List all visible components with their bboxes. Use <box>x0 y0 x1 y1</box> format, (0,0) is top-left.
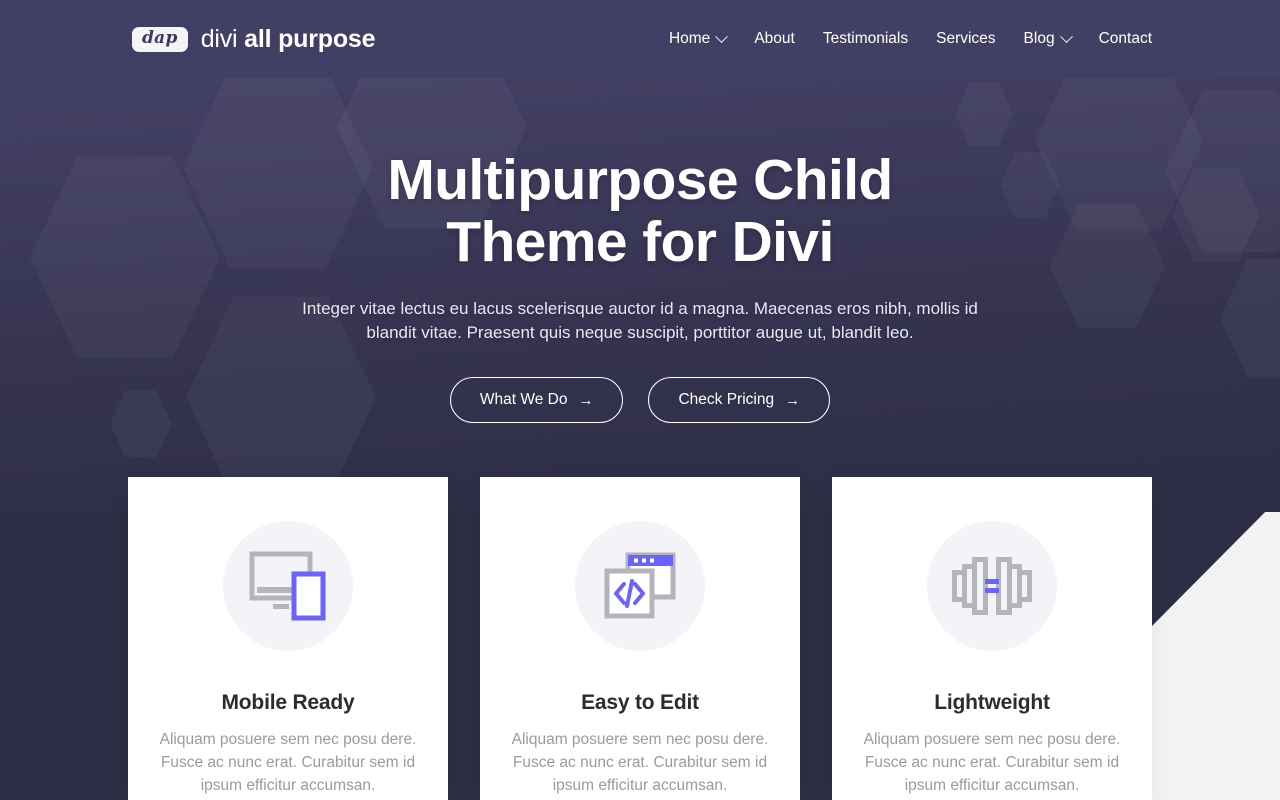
feature-card-title: Mobile Ready <box>221 691 355 714</box>
what-we-do-button-label: What We Do <box>479 391 568 409</box>
brand-name-light: divi <box>200 24 245 53</box>
nav-item-about-label: About <box>754 30 795 47</box>
nav-item-about[interactable]: About <box>754 30 795 48</box>
nav-item-services[interactable]: Services <box>936 30 995 48</box>
chevron-down-icon <box>715 29 729 43</box>
feature-card-body: Aliquam posuere sem nec posu dere. Fusce… <box>159 731 417 794</box>
feature-card-title: Easy to Edit <box>581 691 699 714</box>
nav-item-services-label: Services <box>936 30 996 47</box>
main-navigation: Home About Testimonials Services Blog Co… <box>668 29 1152 48</box>
arrow-right-icon: → <box>578 391 594 409</box>
nav-item-home-label: Home <box>668 30 711 47</box>
page-root: Multipurpose Child Theme for Divi Intege… <box>0 0 1280 800</box>
devices-responsive-icon <box>249 551 326 621</box>
check-pricing-button[interactable]: Check Pricing → <box>648 377 831 423</box>
nav-item-blog[interactable]: Blog <box>1023 29 1073 48</box>
feature-card-title: Lightweight <box>934 691 1050 714</box>
nav-item-testimonials[interactable]: Testimonials <box>823 30 908 48</box>
feature-icon-wrapper <box>927 521 1057 651</box>
nav-item-contact-label: Contact <box>1098 30 1152 47</box>
feature-card-body: Aliquam posuere sem nec posu dere. Fusce… <box>511 731 769 794</box>
site-logo[interactable]: dap divi all purpose <box>132 25 376 54</box>
nav-item-testimonials-label: Testimonials <box>822 30 909 47</box>
nav-item-blog-label: Blog <box>1023 30 1055 47</box>
chevron-down-icon <box>1059 29 1073 43</box>
feature-card-body: Aliquam posuere sem nec posu dere. Fusce… <box>863 731 1121 794</box>
arrow-right-icon: → <box>785 391 801 409</box>
check-pricing-button-label: Check Pricing <box>678 391 775 409</box>
brand-name-bold: all purpose <box>244 24 376 53</box>
page-title: Multipurpose Child Theme for Divi <box>0 148 1280 274</box>
feature-card-easy-to-edit[interactable]: Easy to Edit Aliquam posuere sem nec pos… <box>480 477 800 800</box>
code-window-icon <box>604 552 676 619</box>
brand-name: divi all purpose <box>201 25 376 54</box>
hero-cta-group: What We Do → Check Pricing → <box>0 377 1280 423</box>
site-header: dap divi all purpose Home About Testimon… <box>0 0 1280 78</box>
feature-card-lightweight[interactable]: Lightweight Aliquam posuere sem nec posu… <box>832 477 1152 800</box>
what-we-do-button[interactable]: What We Do → <box>449 377 624 423</box>
hero-subtitle: Integer vitae lectus eu lacus scelerisqu… <box>302 299 978 343</box>
dumbbell-icon <box>952 557 1032 615</box>
hero-title-line-1: Multipurpose Child <box>387 148 893 212</box>
nav-item-home[interactable]: Home <box>668 29 729 48</box>
feature-icon-wrapper <box>575 521 705 651</box>
feature-card-mobile-ready[interactable]: Mobile Ready Aliquam posuere sem nec pos… <box>128 477 448 800</box>
nav-item-contact[interactable]: Contact <box>1099 30 1152 48</box>
logo-badge-icon: dap <box>132 26 188 52</box>
hero-title-line-2: Theme for Divi <box>446 209 834 274</box>
feature-icon-wrapper <box>223 521 353 651</box>
feature-cards-row: Mobile Ready Aliquam posuere sem nec pos… <box>128 477 1152 800</box>
